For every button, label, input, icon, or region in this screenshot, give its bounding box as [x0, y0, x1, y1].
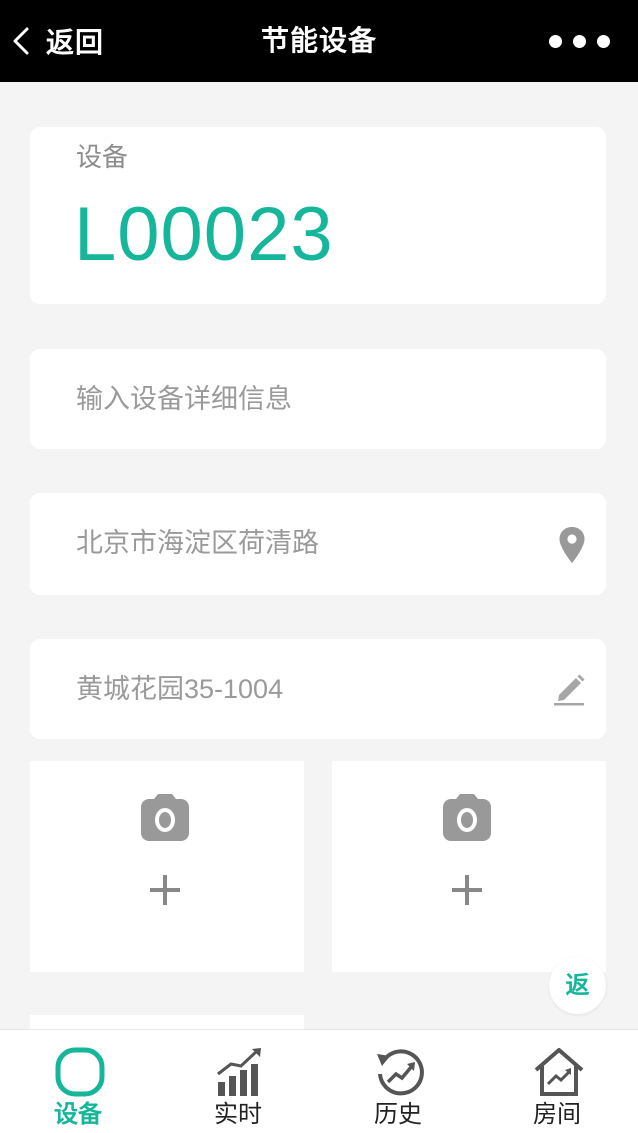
room-house-icon: [534, 1048, 584, 1096]
more-dots-icon: [549, 34, 562, 48]
edit-pencil-icon[interactable]: [552, 671, 586, 707]
photo-upload-slot[interactable]: [332, 761, 606, 972]
tab-room[interactable]: 房间: [497, 1030, 617, 1133]
tab-history[interactable]: 历史: [338, 1030, 458, 1133]
tab-realtime[interactable]: 实时: [178, 1030, 298, 1133]
realtime-chart-icon: [217, 1048, 261, 1096]
more-options-button[interactable]: [549, 28, 610, 54]
plus-icon: [452, 875, 482, 905]
more-dots-icon: [597, 34, 610, 48]
device-card: 设备 L00023: [30, 127, 606, 304]
history-icon: [377, 1049, 424, 1096]
camera-icon: [443, 794, 491, 841]
top-navigation-bar: 返回 节能设备: [0, 0, 638, 82]
bottom-tab-bar: 设备 实时 历史 房间: [0, 1029, 638, 1133]
tab-label: 实时: [214, 1101, 262, 1128]
tab-label: 历史: [374, 1101, 422, 1128]
device-detail-placeholder: 输入设备详细信息: [76, 384, 292, 414]
camera-icon: [141, 794, 189, 841]
address-field[interactable]: 北京市海淀区荷清路: [30, 493, 606, 595]
address-value: 北京市海淀区荷清路: [76, 528, 319, 558]
room-value: 黄城花园35-1004: [76, 674, 284, 704]
photo-upload-slot[interactable]: [30, 761, 304, 972]
device-detail-input[interactable]: 输入设备详细信息: [30, 349, 606, 449]
plus-icon: [150, 875, 180, 905]
tab-label: 房间: [533, 1101, 581, 1128]
device-label: 设备: [76, 142, 129, 172]
tab-device[interactable]: 设备: [18, 1030, 138, 1133]
device-id: L00023: [74, 192, 334, 277]
location-pin-icon[interactable]: [558, 526, 586, 564]
page-title: 节能设备: [260, 25, 377, 56]
device-icon: [55, 1047, 105, 1097]
more-dots-icon: [573, 34, 586, 48]
room-field[interactable]: 黄城花园35-1004: [30, 639, 606, 739]
floating-back-button[interactable]: 返: [549, 957, 606, 1014]
tab-label: 设备: [54, 1101, 102, 1128]
